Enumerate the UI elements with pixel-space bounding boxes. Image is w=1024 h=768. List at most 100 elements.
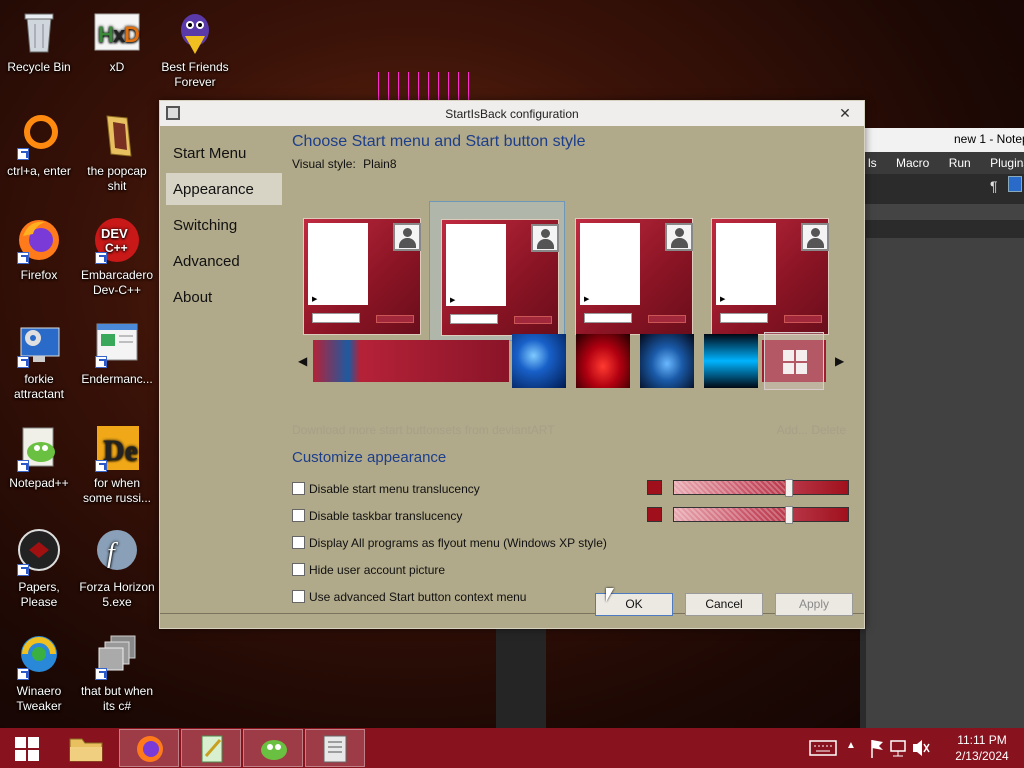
- desktop-icon-popcap[interactable]: the popcap shit: [78, 112, 156, 194]
- desktop-icon-label: Recycle Bin: [7, 60, 71, 74]
- clock[interactable]: 11:11 PM 2/13/2024: [950, 732, 1014, 764]
- option-label[interactable]: Display All programs as flyout menu (Win…: [309, 536, 607, 550]
- desktop-icon-ctrl-a[interactable]: ctrl+a, enter: [0, 112, 78, 179]
- menu-item-plugins[interactable]: Plugins: [990, 156, 1024, 170]
- wrap-icon[interactable]: [1008, 176, 1022, 192]
- option-label[interactable]: Hide user account picture: [309, 563, 445, 577]
- clock-time: 11:11 PM: [957, 733, 1007, 747]
- slider-thumb[interactable]: [784, 479, 793, 497]
- show-hidden-icons-icon[interactable]: ▲: [846, 740, 856, 751]
- startisback-config-dialog: StartIsBack configuration ✕ Start Menu A…: [159, 100, 865, 629]
- desktop-icon-devcpp[interactable]: DEV C++ Embarcadero Dev-C++: [78, 216, 156, 298]
- start-button-option-red[interactable]: [576, 334, 630, 388]
- desktop-icon-dependency[interactable]: De for when some russi...: [78, 424, 156, 506]
- desktop-icon-recycle-bin[interactable]: Recycle Bin: [0, 8, 78, 75]
- sidebar-item-switching[interactable]: Switching: [166, 209, 282, 241]
- flag-icon[interactable]: [868, 728, 886, 768]
- desktop-icon-firefox[interactable]: Firefox: [0, 216, 78, 283]
- svg-text:C++: C++: [105, 241, 128, 255]
- notepad-icon: [201, 735, 223, 763]
- start-menu-style-4[interactable]: ▶: [700, 201, 836, 341]
- keyboard-icon[interactable]: [808, 728, 838, 768]
- start-button-option-blue-dots[interactable]: [640, 334, 694, 388]
- color-swatch-button[interactable]: [647, 480, 662, 495]
- color-swatch-button[interactable]: [647, 507, 662, 522]
- download-link[interactable]: Download more start buttonsets from devi…: [292, 423, 555, 437]
- visual-style-value: Plain8: [363, 157, 397, 171]
- taskbar-notepad[interactable]: [181, 729, 241, 767]
- taskbar-firefox[interactable]: [119, 729, 179, 767]
- start-button-option-blue-wave[interactable]: [512, 334, 566, 388]
- sidebar-item-start-menu[interactable]: Start Menu: [166, 137, 282, 169]
- add-delete-links[interactable]: Add... Delete: [777, 423, 846, 437]
- sidebar-item-appearance[interactable]: Appearance: [166, 173, 282, 205]
- option-label[interactable]: Use advanced Start button context menu: [309, 590, 526, 604]
- dialog-title: StartIsBack configuration: [445, 107, 579, 121]
- svg-text:D: D: [124, 22, 140, 47]
- notepadpp-toolbar: ¶: [860, 174, 1024, 204]
- strip-prev-arrow-icon[interactable]: ◀: [298, 354, 307, 368]
- start-menu-style-2[interactable]: ▶: [429, 201, 565, 341]
- taskbar-notepadpp[interactable]: [243, 729, 303, 767]
- option-label[interactable]: Disable start menu translucency: [309, 482, 480, 496]
- option-checkbox[interactable]: [292, 509, 305, 522]
- stacked-windows-icon: [93, 632, 141, 680]
- desktop-icon-csharp[interactable]: that but when its c#: [78, 632, 156, 714]
- desktop-icon-label: xD: [109, 60, 125, 74]
- menu-item-tools[interactable]: ls: [868, 156, 877, 170]
- sidebar-item-advanced[interactable]: Advanced: [166, 245, 282, 277]
- desktop-icon-label: Forza Horizon 5.exe: [79, 580, 155, 609]
- desktop-icon-papers-please[interactable]: Papers, Please: [0, 528, 78, 610]
- sidebar-item-about[interactable]: About: [166, 281, 282, 313]
- close-button[interactable]: ✕: [832, 104, 858, 122]
- download-row: Download more start buttonsets from devi…: [292, 423, 846, 437]
- menu-item-run[interactable]: Run: [949, 156, 971, 170]
- start-button-option-cyan-light[interactable]: [704, 334, 758, 388]
- user-avatar-icon: [393, 223, 421, 251]
- volume-muted-icon[interactable]: [910, 728, 930, 768]
- desktop-icon-forza[interactable]: f Forza Horizon 5.exe: [78, 528, 156, 610]
- notepadpp-icon: [15, 424, 63, 472]
- notepadpp-window[interactable]: new 1 - Notep ls Macro Run Plugins ¶: [860, 128, 1024, 728]
- start-button[interactable]: [0, 729, 56, 767]
- slider-thumb[interactable]: [784, 506, 793, 524]
- desktop-icon-label: Endermanc...: [81, 372, 153, 386]
- desktop-icon-forkie[interactable]: forkie attractant: [0, 320, 78, 402]
- translucency-slider[interactable]: [673, 506, 849, 524]
- startisback-config-icon: [323, 735, 347, 763]
- option-checkbox[interactable]: [292, 563, 305, 576]
- bird-icon: [171, 8, 219, 56]
- start-menu-style-1[interactable]: ▶: [292, 201, 428, 341]
- menu-item-macro[interactable]: Macro: [896, 156, 929, 170]
- apply-button[interactable]: Apply: [775, 593, 853, 616]
- start-menu-preview: ▶: [711, 218, 829, 335]
- network-icon[interactable]: [888, 728, 910, 768]
- user-avatar-icon: [801, 223, 829, 251]
- notepadpp-editor[interactable]: [866, 238, 1024, 728]
- taskbar-startisback[interactable]: [305, 729, 365, 767]
- option-row: Hide user account picture: [292, 556, 852, 583]
- desktop-icon-notepadpp[interactable]: Notepad++: [0, 424, 78, 491]
- notepadpp-menubar: ls Macro Run Plugins: [860, 152, 1024, 174]
- windows-logo-icon: [783, 350, 807, 374]
- option-checkbox[interactable]: [292, 590, 305, 603]
- strip-next-arrow-icon[interactable]: ▶: [835, 354, 844, 368]
- desktop-icon-label: that but when its c#: [80, 684, 154, 713]
- taskbar-file-explorer[interactable]: [56, 729, 116, 767]
- desktop-icon-endermanch[interactable]: Endermanc...: [78, 320, 156, 387]
- start-icon: [15, 737, 39, 761]
- option-checkbox[interactable]: [292, 482, 305, 495]
- desktop-icon-xd[interactable]: HxD xD: [78, 8, 156, 75]
- desktop-icon-winaero[interactable]: Winaero Tweaker: [0, 632, 78, 714]
- start-button-option-windows-logo[interactable]: [764, 332, 824, 390]
- option-checkbox[interactable]: [292, 536, 305, 549]
- cancel-button[interactable]: Cancel: [685, 593, 763, 616]
- dialog-titlebar[interactable]: StartIsBack configuration ✕: [160, 101, 864, 126]
- start-menu-style-3[interactable]: ▶: [564, 201, 700, 341]
- papers-please-icon: [15, 528, 63, 576]
- desktop-icon-best-friends[interactable]: Best Friends Forever: [156, 8, 234, 90]
- option-label[interactable]: Disable taskbar translucency: [309, 509, 462, 523]
- pilcrow-icon[interactable]: ¶: [990, 178, 998, 194]
- translucency-slider[interactable]: [673, 479, 849, 497]
- visual-style-label: Visual style:: [292, 157, 356, 171]
